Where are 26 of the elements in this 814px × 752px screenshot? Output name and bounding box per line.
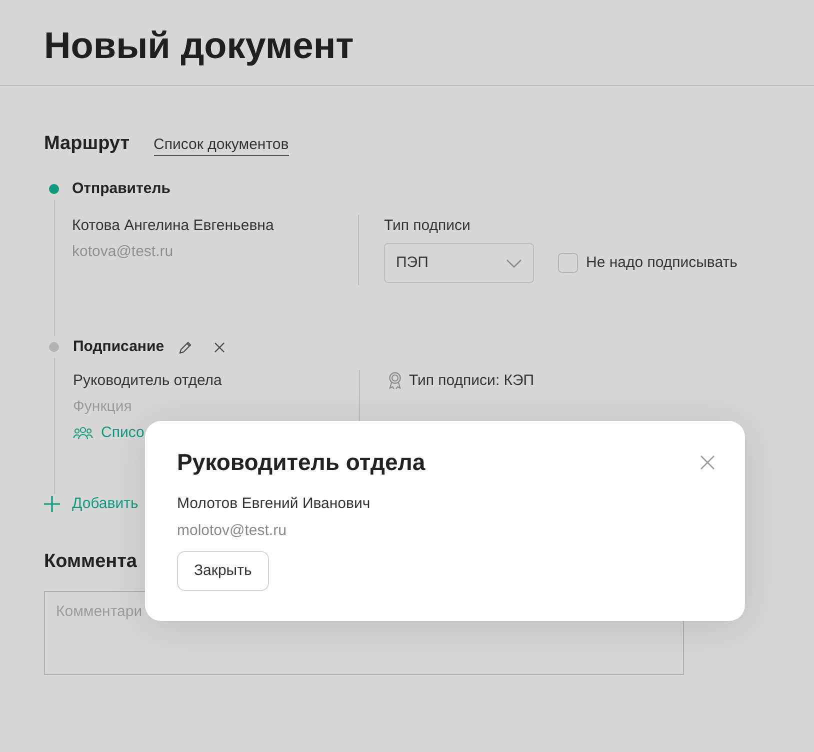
page-title: Новый документ [44, 24, 355, 68]
modal-title: Руководитель отдела [177, 448, 426, 477]
sender-name: Котова Ангелина Евгеньевна [72, 216, 275, 236]
sender-email: kotova@test.ru [72, 242, 174, 262]
plus-icon [44, 496, 60, 512]
chevron-down-icon [506, 258, 522, 268]
close-icon[interactable] [700, 454, 715, 470]
field-label: Тип подписи [384, 216, 472, 236]
document-list-link[interactable]: Список документов [154, 134, 289, 156]
role-name: Руководитель отдела [73, 371, 223, 391]
person-email: molotov@test.ru [177, 521, 288, 541]
people-icon [73, 426, 93, 440]
function-label: Функция [73, 397, 133, 417]
close-icon[interactable] [214, 342, 226, 352]
close-button[interactable]: Закрыть [177, 551, 269, 591]
step-title: Подписание [73, 336, 164, 357]
pencil-icon[interactable] [179, 340, 192, 354]
step-title: Отправитель [72, 178, 170, 199]
section-title: Маршрут [44, 132, 130, 156]
person-name: Молотов Евгений Иванович [177, 494, 372, 514]
signature-select[interactable]: ПЭП [384, 243, 534, 283]
checkbox[interactable] [558, 253, 578, 273]
medal-icon [388, 372, 402, 390]
section-title: Коммента [44, 550, 137, 574]
signature-type: Тип подписи: КЭП [409, 370, 534, 391]
checkbox-label: Не надо подписывать [586, 252, 738, 273]
